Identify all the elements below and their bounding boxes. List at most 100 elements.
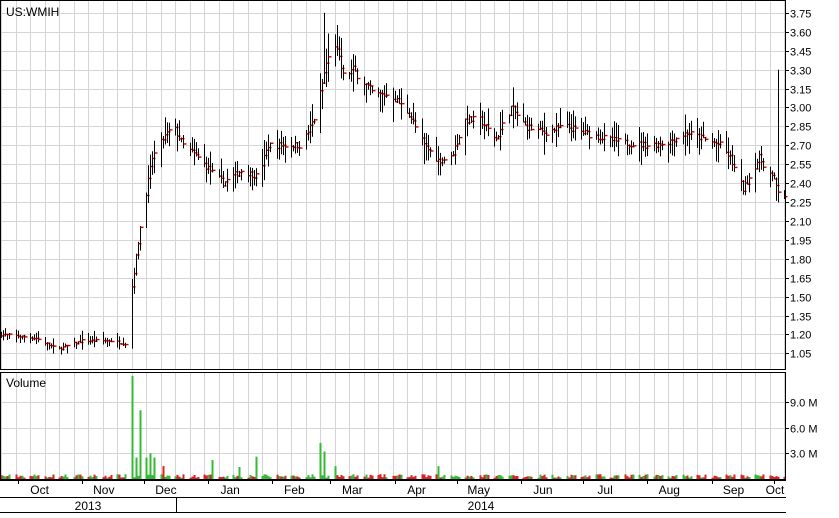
volume-bar	[75, 475, 78, 479]
volume-bar	[611, 477, 614, 479]
volume-bar	[481, 477, 484, 479]
volume-bar	[458, 477, 461, 479]
month-label: Sep	[723, 483, 745, 497]
price-tick-label: 1.50	[790, 293, 811, 305]
volume-bar	[93, 474, 96, 479]
volume-bar	[354, 476, 357, 479]
volume-bar	[493, 477, 496, 479]
volume-bar	[385, 477, 388, 479]
volume-bar	[557, 476, 560, 479]
volume-bar	[321, 475, 324, 479]
volume-bar	[379, 474, 382, 479]
volume-bar	[73, 476, 76, 479]
volume-bar	[265, 474, 268, 479]
volume-bar	[570, 474, 573, 479]
volume-bar	[269, 477, 272, 479]
volume-bar	[609, 477, 612, 479]
year-label-2013: 2013	[75, 499, 102, 513]
volume-bar	[427, 475, 430, 479]
volume-bar	[528, 476, 531, 479]
price-tick-label: 1.65	[790, 274, 811, 286]
volume-bar	[777, 476, 780, 479]
volume-bar	[342, 476, 345, 479]
volume-bar	[298, 477, 301, 479]
volume-bar	[182, 474, 185, 479]
volume-bar	[327, 475, 330, 479]
volume-bar	[6, 476, 9, 479]
volume-bar	[191, 476, 194, 479]
volume-bar	[671, 475, 674, 479]
volume-bar	[740, 474, 743, 479]
volume-bar	[240, 477, 243, 479]
volume-bar	[296, 476, 299, 479]
price-tick-label: 1.95	[790, 236, 811, 248]
volume-bar	[559, 477, 562, 479]
volume-bar	[31, 476, 34, 479]
volume-bar	[356, 475, 359, 479]
volume-bar	[452, 476, 455, 479]
volume-bar	[443, 474, 446, 479]
volume-bar	[284, 475, 287, 479]
stock-chart: 3.75 3.60 3.45 3.30 3.15 3.00 2.85 2.70 2.55 2.40…	[0, 0, 839, 513]
volume-bar	[450, 475, 453, 479]
volume-bar	[470, 475, 473, 479]
volume-bar	[224, 477, 227, 479]
volume-bar	[684, 476, 687, 479]
volume-bar	[189, 477, 192, 479]
volume-bar	[673, 476, 676, 479]
volume-bar	[566, 475, 569, 479]
volume-bar	[421, 474, 424, 479]
volume-bar	[669, 477, 672, 479]
volume-bar	[280, 476, 283, 479]
volume-bar	[64, 474, 67, 479]
volume-bar	[151, 475, 154, 479]
volume-bar	[760, 476, 763, 479]
volume-bar	[60, 476, 63, 479]
volume-bar	[294, 476, 297, 479]
volume-bar	[702, 477, 705, 479]
volume-bar	[392, 475, 395, 479]
volume-bar	[748, 476, 751, 479]
volume-bar	[255, 456, 258, 479]
volume-bar	[319, 442, 322, 479]
volume-bar	[369, 474, 372, 479]
volume-bar	[429, 475, 432, 479]
volume-bar	[526, 476, 529, 479]
volume-bar	[441, 476, 444, 479]
volume-bar	[396, 475, 399, 479]
price-tick-label: 3.45	[790, 47, 811, 59]
price-tick-label: 3.75	[790, 9, 811, 21]
volume-bar	[87, 476, 90, 479]
month-label: Apr	[407, 483, 426, 497]
month-label: Jun	[533, 483, 552, 497]
volume-bar	[267, 476, 270, 479]
volume-bar	[336, 475, 339, 479]
volume-bar	[89, 475, 92, 479]
volume-bar	[516, 475, 519, 479]
volume-bar	[599, 474, 602, 479]
volume-bar	[311, 474, 314, 479]
volume-bar	[193, 474, 196, 479]
volume-bar	[729, 475, 732, 479]
volume-bar	[454, 475, 457, 479]
volume-bar	[48, 477, 51, 479]
volume-bar	[50, 477, 53, 479]
volume-bar	[46, 477, 49, 479]
volume-bar	[232, 475, 235, 479]
month-label: Aug	[659, 483, 680, 497]
volume-bar	[512, 475, 515, 479]
volume-bar	[522, 477, 525, 479]
volume-bar	[686, 475, 689, 479]
volume-bar	[595, 474, 598, 479]
volume-bar	[597, 474, 600, 479]
volume-bar	[313, 476, 316, 479]
volume-bar	[555, 477, 558, 479]
volume-bar	[717, 477, 720, 479]
volume-bar	[160, 474, 163, 479]
volume-bar	[52, 474, 55, 479]
volume-bar	[251, 476, 254, 479]
volume-bar	[406, 477, 409, 479]
volume-bar	[44, 476, 47, 479]
volume-bar	[19, 475, 22, 479]
volume-bar	[253, 476, 256, 479]
